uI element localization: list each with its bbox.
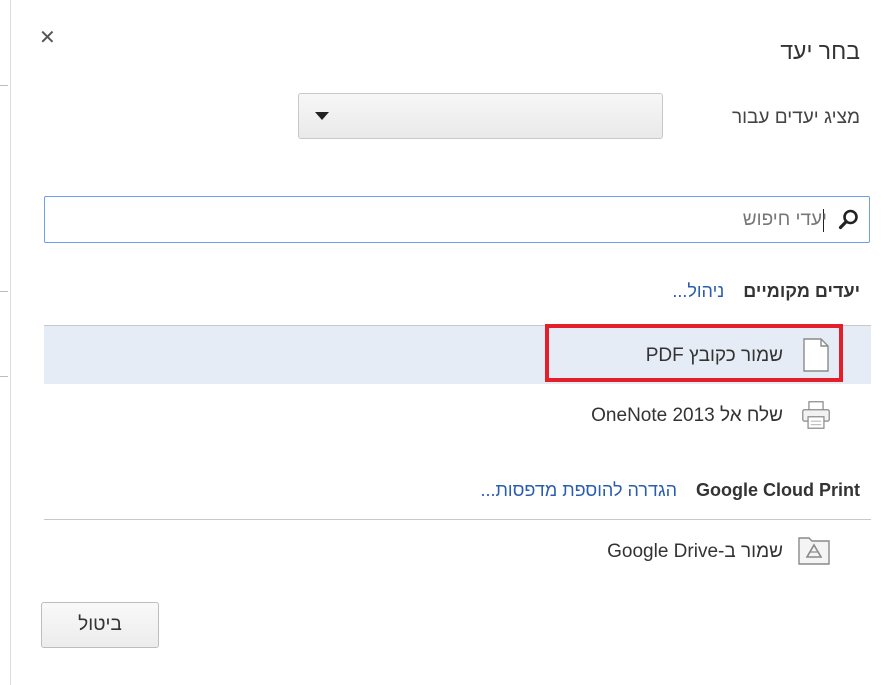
close-icon[interactable]: ✕ xyxy=(39,28,56,48)
cloud-print-header: Google Cloud Print הגדרה להוספת מדפסות..… xyxy=(480,480,860,501)
local-destinations-header: יעדים מקומיים ניהול... xyxy=(672,281,860,302)
manage-link[interactable]: ניהול... xyxy=(672,281,724,301)
local-destinations-heading: יעדים מקומיים xyxy=(743,281,860,301)
destination-label: שמור ב-Google Drive xyxy=(607,541,783,562)
edge-tick xyxy=(0,291,8,292)
destination-google-drive[interactable]: שמור ב-Google Drive xyxy=(44,521,871,581)
highlight-box xyxy=(545,324,843,382)
edge-tick xyxy=(0,376,8,377)
dropdown-arrow-icon xyxy=(315,112,329,120)
search-icon xyxy=(838,209,858,230)
google-drive-icon xyxy=(798,537,830,565)
destination-label: שלח אל OneNote 2013 xyxy=(591,405,783,426)
destination-onenote[interactable]: שלח אל OneNote 2013 xyxy=(44,386,871,446)
show-destinations-label: מציג יעדים עבור xyxy=(731,107,860,128)
edge-tick xyxy=(0,85,8,86)
select-destination-dialog: ✕ בחר יעד מציג יעדים עבור יעדים מקומיים … xyxy=(11,0,888,685)
setup-printers-link[interactable]: הגדרה להוספת מדפסות... xyxy=(480,480,677,500)
cloud-print-heading: Google Cloud Print xyxy=(696,480,860,500)
section-divider xyxy=(44,519,871,520)
cancel-button[interactable]: ביטול xyxy=(41,602,159,648)
search-box xyxy=(44,196,870,243)
printer-icon xyxy=(802,401,830,429)
dialog-title: בחר יעד xyxy=(780,38,860,64)
search-input[interactable] xyxy=(85,203,829,237)
account-select[interactable] xyxy=(298,93,663,139)
